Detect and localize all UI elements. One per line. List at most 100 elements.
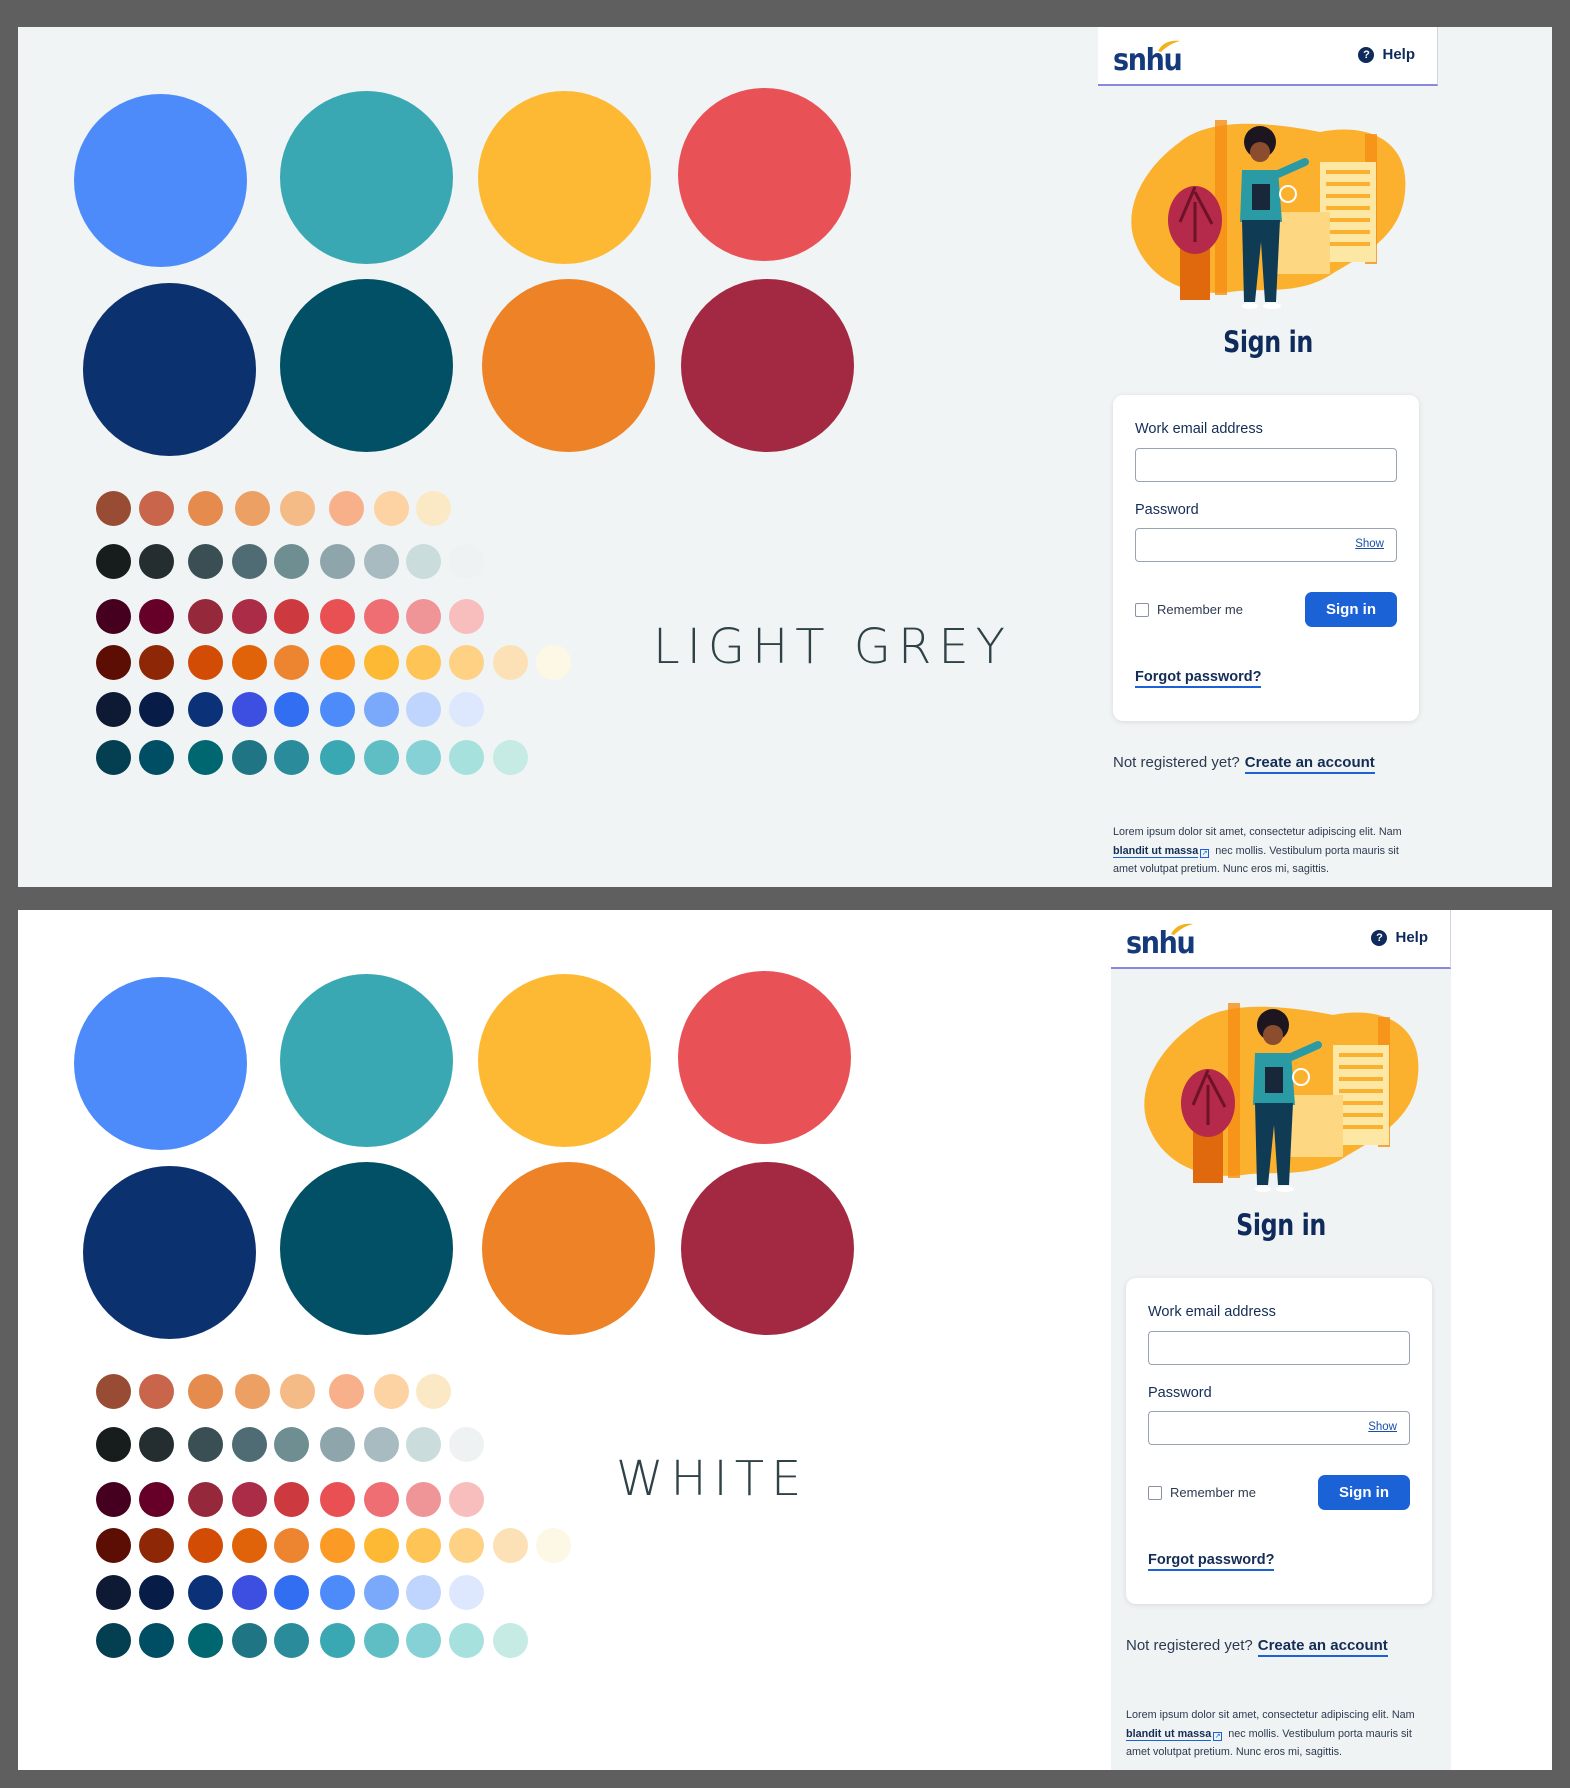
remember-checkbox[interactable] — [1135, 602, 1149, 617]
color-swatch — [274, 1482, 309, 1517]
color-swatch — [329, 491, 364, 526]
color-swatch — [232, 599, 267, 634]
color-swatch — [274, 544, 309, 579]
color-swatch — [374, 491, 409, 526]
help-icon: ? — [1358, 46, 1375, 63]
remember-label: Remember me — [1157, 602, 1243, 617]
show-password-link[interactable]: Show — [1355, 538, 1384, 550]
color-swatch — [232, 1427, 267, 1462]
help-label: Help — [1395, 929, 1428, 946]
external-link-icon: ↗ — [1213, 1731, 1223, 1741]
color-swatch — [188, 1482, 223, 1517]
color-swatch — [274, 645, 309, 680]
color-swatch — [96, 645, 131, 680]
color-swatch — [274, 599, 309, 634]
password-field[interactable]: Show — [1135, 528, 1397, 562]
color-swatch — [406, 1528, 441, 1563]
color-swatch — [188, 544, 223, 579]
color-swatch — [406, 544, 441, 579]
email-label: Work email address — [1135, 421, 1263, 437]
remember-checkbox[interactable] — [1148, 1485, 1162, 1500]
email-field[interactable] — [1135, 448, 1397, 482]
color-swatch — [320, 599, 355, 634]
color-swatch — [139, 692, 174, 727]
color-swatch — [188, 645, 223, 680]
color-swatch — [364, 544, 399, 579]
color-swatch — [232, 544, 267, 579]
color-swatch — [188, 1427, 223, 1462]
color-swatch — [364, 1528, 399, 1563]
footer-link[interactable]: blandit ut massa — [1126, 1727, 1212, 1741]
swatch-rows — [18, 27, 618, 887]
color-swatch — [449, 692, 484, 727]
help-link[interactable]: ? Help — [1371, 929, 1428, 946]
color-swatch — [449, 544, 484, 579]
color-swatch — [139, 1623, 174, 1658]
color-swatch — [449, 599, 484, 634]
page-title: Sign in — [1236, 1208, 1326, 1242]
color-swatch — [320, 1528, 355, 1563]
email-field[interactable] — [1148, 1331, 1410, 1365]
color-swatch — [232, 1623, 267, 1658]
color-swatch — [449, 1482, 484, 1517]
color-swatch-large — [678, 971, 851, 1144]
color-swatch — [406, 740, 441, 775]
header: snhu ? Help — [1098, 27, 1438, 86]
color-swatch — [364, 1575, 399, 1610]
signin-button[interactable]: Sign in — [1318, 1475, 1410, 1510]
external-link-icon: ↗ — [1200, 848, 1210, 858]
color-swatch — [449, 1575, 484, 1610]
swatch-rows — [18, 910, 618, 1770]
color-swatch — [96, 692, 131, 727]
color-swatch — [364, 599, 399, 634]
color-swatch — [96, 491, 131, 526]
color-swatch — [139, 599, 174, 634]
color-swatch — [320, 544, 355, 579]
color-swatch — [188, 692, 223, 727]
create-account-link[interactable]: Create an account — [1257, 1637, 1388, 1657]
color-swatch — [320, 740, 355, 775]
snhu-logo[interactable]: snhu — [1113, 39, 1183, 79]
email-label: Work email address — [1148, 1304, 1276, 1320]
color-swatch — [320, 1427, 355, 1462]
signin-button[interactable]: Sign in — [1305, 592, 1397, 627]
color-swatch — [406, 1482, 441, 1517]
color-swatch — [274, 1427, 309, 1462]
remember-me[interactable]: Remember me — [1135, 602, 1243, 617]
color-swatch — [374, 1374, 409, 1409]
color-swatch — [449, 1623, 484, 1658]
color-swatch — [449, 1528, 484, 1563]
register-prompt: Not registered yet? Create an account — [1113, 754, 1375, 774]
show-password-link[interactable]: Show — [1368, 1421, 1397, 1433]
footer-link[interactable]: blandit ut massa — [1113, 844, 1199, 858]
remember-me[interactable]: Remember me — [1148, 1485, 1256, 1500]
leaf-icon — [1171, 923, 1193, 935]
theme-label: LIGHT GREY — [653, 619, 1012, 675]
nurse-illustration — [1144, 1003, 1419, 1192]
color-swatch — [96, 740, 131, 775]
color-swatch — [364, 1427, 399, 1462]
theme-label: WHITE — [616, 1451, 809, 1507]
color-swatch — [364, 1623, 399, 1658]
password-label: Password — [1135, 502, 1199, 518]
color-swatch — [536, 645, 571, 680]
color-swatch — [320, 1623, 355, 1658]
snhu-logo[interactable]: snhu — [1126, 922, 1196, 962]
header: snhu ? Help — [1111, 910, 1451, 969]
forgot-password-link[interactable]: Forgot password? — [1135, 669, 1262, 688]
forgot-password-link[interactable]: Forgot password? — [1148, 1552, 1275, 1571]
create-account-link[interactable]: Create an account — [1244, 754, 1375, 774]
color-swatch — [96, 599, 131, 634]
color-swatch — [449, 1427, 484, 1462]
signin-card: Work email address Password Show Remembe… — [1113, 395, 1419, 721]
help-link[interactable]: ? Help — [1358, 46, 1415, 63]
color-swatch-large — [681, 279, 854, 452]
password-field[interactable]: Show — [1148, 1411, 1410, 1445]
color-swatch — [493, 645, 528, 680]
color-swatch — [139, 1482, 174, 1517]
color-swatch — [406, 599, 441, 634]
leaf-icon — [1158, 40, 1180, 52]
remember-label: Remember me — [1170, 1485, 1256, 1500]
color-swatch — [188, 740, 223, 775]
color-swatch — [364, 740, 399, 775]
